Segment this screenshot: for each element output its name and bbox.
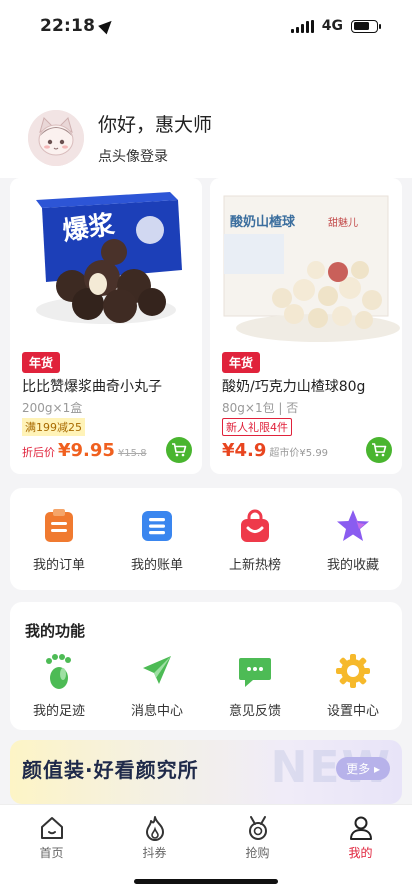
settings-label: 设置中心 [326, 704, 379, 719]
footprint-button[interactable]: 我的足迹 [10, 652, 108, 719]
footprint-label: 我的足迹 [32, 704, 85, 719]
tab-home[interactable]: 首页 [0, 805, 103, 894]
signal-icon [290, 19, 314, 33]
message-center-button[interactable]: 消息中心 [108, 652, 206, 719]
send-icon [143, 656, 171, 684]
functions-title: 我的功能 [25, 622, 86, 640]
my-orders-button[interactable]: 我的订单 [10, 488, 108, 590]
market-price: 超市价¥5.99 [269, 448, 329, 459]
clipboard-icon [45, 509, 73, 542]
status-bar: 22:18 4G [0, 0, 412, 52]
chat-icon [239, 658, 271, 687]
profile-header: 你好，惠大师 点头像登录 [0, 52, 412, 178]
banner-title: 颜值装·好看颜究所 [22, 758, 199, 782]
orders-section: 我的订单 我的账单 上新热榜 我的收藏 [10, 488, 402, 590]
product-card[interactable]: 酸奶山楂球 甜魅儿 年货 酸奶/巧克力山楂球80g 80g×1包 | 否 新人礼… [210, 178, 402, 474]
my-favorites-label: 我的收藏 [326, 558, 379, 573]
tab-home-label: 首页 [39, 846, 64, 860]
feedback-label: 意见反馈 [228, 704, 281, 719]
settings-button[interactable]: 设置中心 [304, 652, 402, 719]
cart-icon [172, 443, 187, 457]
tab-coupons-label: 抖券 [142, 846, 167, 860]
product-card[interactable]: 爆浆 年货 比比赞爆浆曲奇小丸子 200g×1盒 满199减25 折后价 ¥9.… [10, 178, 202, 474]
product-image-hawthorn-balls: 酸奶山楂球 甜魅儿 [210, 178, 402, 348]
my-favorites-button[interactable]: 我的收藏 [304, 488, 402, 590]
product-price: ¥9.95 [58, 440, 115, 461]
product-name: 酸奶/巧克力山楂球80g [222, 379, 366, 395]
promo-badge: 新人礼限4件 [222, 418, 292, 436]
tab-mine[interactable]: 我的 [309, 805, 412, 894]
user-icon [349, 816, 372, 840]
footprint-icon [46, 654, 71, 689]
location-arrow-icon [98, 16, 116, 35]
product-spec: 80g×1包 | 否 [222, 401, 299, 415]
home-icon [40, 817, 63, 839]
my-bills-button[interactable]: 我的账单 [108, 488, 206, 590]
functions-section: 我的功能 我的足迹 消息中心 意见反馈 设置中心 [10, 602, 402, 730]
login-prompt[interactable]: 点头像登录 [98, 146, 168, 166]
promo-badge: 满199减25 [22, 418, 85, 436]
star-icon [337, 510, 369, 541]
my-bills-label: 我的账单 [130, 558, 183, 573]
product-spec: 200g×1盒 [22, 401, 83, 415]
hot-new-button[interactable]: 上新热榜 [206, 488, 304, 590]
greeting-text: 你好，惠大师 [98, 114, 213, 136]
product-name: 比比赞爆浆曲奇小丸子 [22, 379, 162, 395]
shopping-bag-icon [241, 509, 269, 542]
avatar[interactable] [28, 110, 84, 166]
medal-icon [248, 816, 267, 840]
home-indicator [134, 879, 278, 884]
tab-flash-sale-label: 抢购 [245, 846, 270, 860]
network-type: 4G [321, 18, 343, 34]
chevron-right-icon: ▸ [373, 762, 380, 776]
price-label: 折后价 [22, 446, 55, 459]
my-orders-label: 我的订单 [32, 558, 85, 573]
flame-icon [145, 816, 164, 841]
product-list: 爆浆 年货 比比赞爆浆曲奇小丸子 200g×1盒 满199减25 折后价 ¥9.… [0, 178, 412, 478]
product-image-cookie-balls: 爆浆 [10, 178, 202, 348]
tab-mine-label: 我的 [348, 846, 373, 860]
cat-avatar-icon [28, 110, 84, 166]
cart-icon [372, 443, 387, 457]
more-button[interactable]: 更多 ▸ [336, 757, 390, 780]
feedback-button[interactable]: 意见反馈 [206, 652, 304, 719]
promo-banner[interactable]: NEW 颜值装·好看颜究所 更多 ▸ [10, 740, 402, 804]
status-time: 22:18 [40, 16, 116, 36]
gear-icon [336, 654, 370, 688]
product-tag: 年货 [22, 352, 61, 373]
battery-icon [351, 19, 381, 33]
product-price: ¥4.9 [222, 440, 267, 461]
svg-text:酸奶山楂球: 酸奶山楂球 [230, 214, 296, 230]
bill-icon [142, 511, 172, 541]
add-to-cart-button[interactable] [166, 437, 192, 463]
product-tag: 年货 [222, 352, 261, 373]
original-price: ¥15.8 [117, 448, 147, 459]
message-center-label: 消息中心 [130, 704, 183, 719]
hot-new-label: 上新热榜 [228, 558, 281, 573]
add-to-cart-button[interactable] [366, 437, 392, 463]
svg-text:甜魅儿: 甜魅儿 [328, 216, 358, 229]
